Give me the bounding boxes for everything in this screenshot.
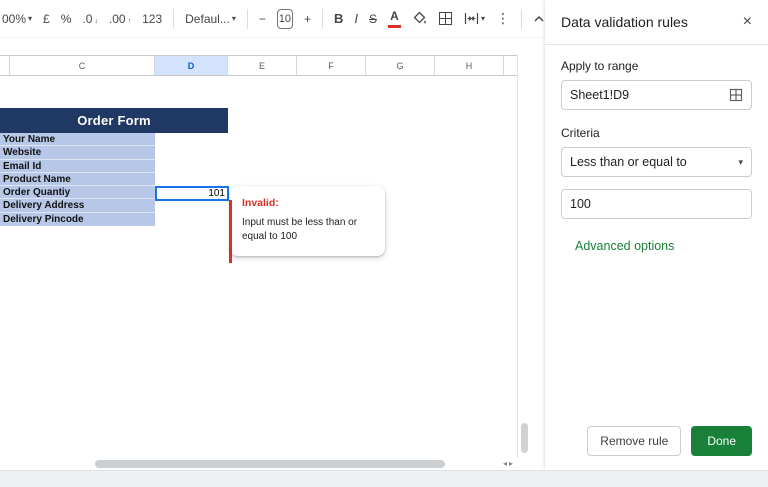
apply-to-range-label: Apply to range bbox=[561, 59, 752, 73]
arrow-up-icon: ↑ bbox=[128, 18, 132, 25]
borders-grid-icon bbox=[438, 11, 453, 26]
range-input[interactable]: Sheet1!D9 bbox=[561, 80, 752, 110]
font-family-selector[interactable]: Defaul... ▾ bbox=[185, 12, 236, 26]
text-color-button[interactable]: A bbox=[388, 10, 401, 28]
criteria-value: 100 bbox=[570, 197, 591, 211]
spreadsheet-region: 00% ▾ £ % .0 ↓ .00 ↑ 123 Defaul... ▾ − 1… bbox=[0, 0, 545, 470]
toolbar: 00% ▾ £ % .0 ↓ .00 ↑ 123 Defaul... ▾ − 1… bbox=[0, 0, 545, 38]
remove-rule-button[interactable]: Remove rule bbox=[587, 426, 681, 456]
error-title: Invalid: bbox=[242, 197, 373, 209]
collapse-toolbar-button[interactable] bbox=[533, 15, 545, 23]
criteria-selected-value: Less than or equal to bbox=[570, 155, 687, 169]
form-label-cell[interactable]: Delivery Address bbox=[0, 199, 155, 212]
merge-cells-button[interactable]: ▾ bbox=[464, 12, 485, 25]
chevron-down-icon: ▾ bbox=[738, 157, 743, 168]
form-label-cell[interactable]: Website bbox=[0, 146, 155, 159]
font-family-value: Defaul... bbox=[185, 12, 230, 26]
form-label-cell[interactable]: Email Id bbox=[0, 160, 155, 173]
column-header-h[interactable]: H bbox=[435, 56, 504, 75]
validation-error-tooltip: Invalid: Input must be less than or equa… bbox=[230, 186, 385, 256]
panel-footer: Remove rule Done bbox=[587, 426, 752, 456]
currency-format-button[interactable]: £ bbox=[43, 12, 50, 26]
panel-header: Data validation rules × bbox=[545, 0, 768, 45]
toolbar-divider bbox=[247, 9, 248, 29]
order-form-title-cell[interactable]: Order Form bbox=[0, 108, 228, 133]
scrollbar-arrows[interactable]: ◂▸ bbox=[503, 459, 515, 468]
chevron-down-icon: ▾ bbox=[481, 14, 485, 23]
borders-button[interactable] bbox=[438, 11, 453, 26]
column-header-c[interactable]: C bbox=[10, 56, 155, 75]
chevron-up-icon bbox=[533, 15, 545, 23]
error-message: Input must be less than or equal to 100 bbox=[242, 216, 368, 243]
paint-bucket-icon bbox=[412, 11, 427, 26]
column-header-partial[interactable] bbox=[0, 56, 10, 75]
more-options-button[interactable]: ⋮ bbox=[496, 10, 510, 27]
decrease-font-size-button[interactable]: − bbox=[259, 12, 266, 26]
range-value: Sheet1!D9 bbox=[570, 88, 629, 102]
criteria-dropdown[interactable]: Less than or equal to ▾ bbox=[561, 147, 752, 177]
bottom-status-strip bbox=[0, 470, 768, 487]
form-label-cell[interactable]: Product Name bbox=[0, 173, 155, 186]
panel-title: Data validation rules bbox=[561, 14, 688, 30]
column-header-g[interactable]: G bbox=[366, 56, 435, 75]
criteria-value-input[interactable]: 100 bbox=[561, 189, 752, 219]
text-color-letter: A bbox=[390, 10, 399, 22]
column-header-d[interactable]: D bbox=[155, 56, 228, 75]
form-label-cell[interactable]: Order Quantiy bbox=[0, 186, 155, 199]
toolbar-divider bbox=[521, 9, 522, 29]
data-validation-panel: Data validation rules × Apply to range S… bbox=[545, 0, 768, 470]
bold-button[interactable]: B bbox=[334, 11, 343, 26]
column-headers: C D E F G H bbox=[0, 55, 517, 76]
chevron-down-icon: ▾ bbox=[232, 14, 236, 23]
decrease-decimal-button[interactable]: .0 ↓ bbox=[82, 12, 98, 26]
criteria-label: Criteria bbox=[561, 126, 752, 140]
sheet-grid: Order Form Your Name Website Email Id Pr… bbox=[0, 77, 517, 458]
arrow-down-icon: ↓ bbox=[94, 18, 98, 25]
fill-color-button[interactable] bbox=[412, 11, 427, 26]
chevron-down-icon: ▾ bbox=[28, 14, 32, 23]
form-label-cell[interactable]: Delivery Pincode bbox=[0, 213, 155, 226]
panel-body: Apply to range Sheet1!D9 Criteria Less t… bbox=[545, 45, 768, 269]
select-range-grid-icon[interactable] bbox=[729, 88, 743, 102]
toolbar-divider bbox=[173, 9, 174, 29]
italic-button[interactable]: I bbox=[354, 11, 358, 26]
font-size-input[interactable]: 10 bbox=[277, 9, 293, 29]
advanced-options-link[interactable]: Advanced options bbox=[575, 239, 674, 253]
toolbar-divider bbox=[322, 9, 323, 29]
horizontal-scrollbar: ◂▸ bbox=[0, 458, 517, 470]
form-label-cell[interactable]: Your Name bbox=[0, 133, 155, 146]
active-cell-d9[interactable]: 101 bbox=[155, 186, 229, 201]
strikethrough-button[interactable]: S bbox=[369, 12, 377, 26]
error-accent-bar bbox=[229, 200, 232, 263]
number-format-button[interactable]: 123 bbox=[142, 12, 162, 26]
close-icon[interactable]: × bbox=[743, 14, 752, 30]
zoom-control[interactable]: 00% ▾ bbox=[2, 12, 32, 26]
zoom-value: 00% bbox=[2, 12, 26, 26]
google-sheets-window: 00% ▾ £ % .0 ↓ .00 ↑ 123 Defaul... ▾ − 1… bbox=[0, 0, 768, 487]
form-label-column: Your Name Website Email Id Product Name … bbox=[0, 133, 155, 226]
column-header-e[interactable]: E bbox=[228, 56, 297, 75]
column-header-partial[interactable] bbox=[504, 56, 517, 75]
text-color-swatch bbox=[388, 25, 401, 28]
vertical-scrollbar-handle[interactable] bbox=[521, 423, 528, 453]
increase-font-size-button[interactable]: + bbox=[304, 12, 311, 26]
horizontal-scrollbar-handle[interactable] bbox=[95, 460, 445, 468]
increase-decimal-button[interactable]: .00 ↑ bbox=[109, 12, 131, 26]
percent-format-button[interactable]: % bbox=[61, 12, 72, 26]
merge-cells-icon bbox=[464, 12, 479, 25]
done-button[interactable]: Done bbox=[691, 426, 752, 456]
scroll-right-icon[interactable]: ▸ bbox=[509, 459, 515, 468]
increase-decimal-label: .00 bbox=[109, 12, 126, 26]
decrease-decimal-label: .0 bbox=[82, 12, 92, 26]
column-header-f[interactable]: F bbox=[297, 56, 366, 75]
vertical-scrollbar bbox=[517, 55, 531, 458]
